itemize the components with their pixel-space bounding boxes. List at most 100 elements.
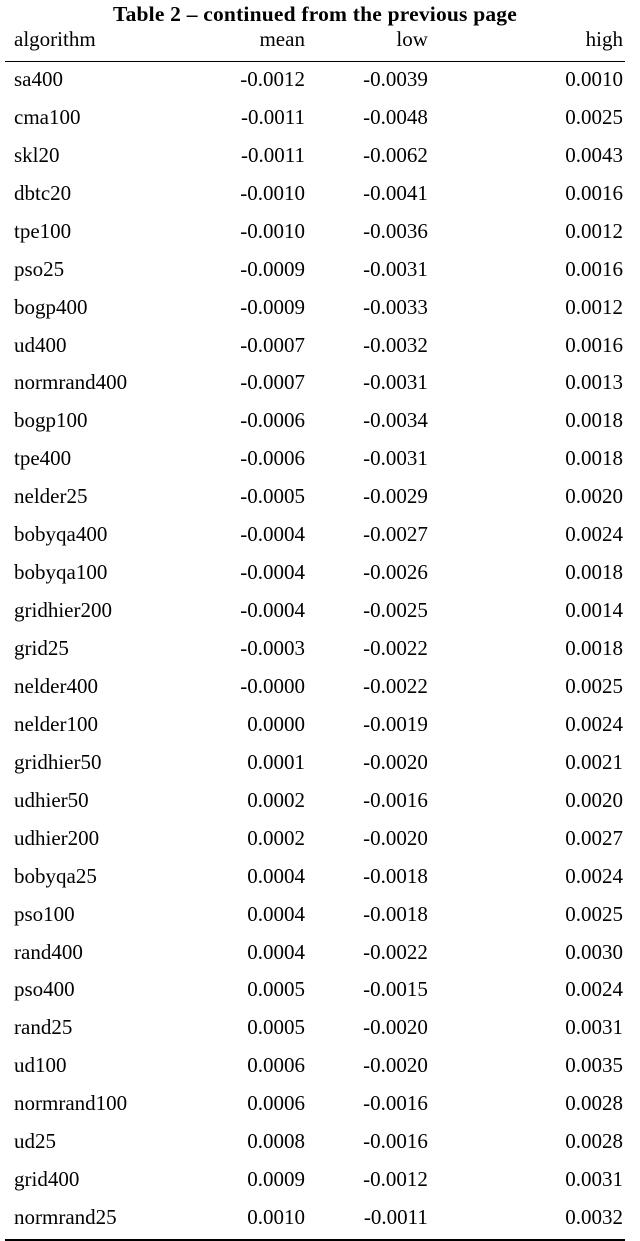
cell-high: 0.0025 [565, 901, 623, 926]
cell-low: -0.0016 [363, 787, 428, 812]
cell-high: 0.0020 [565, 787, 623, 812]
table-caption: Table 2 – continued from the previous pa… [113, 2, 517, 26]
cell-low: -0.0015 [363, 977, 428, 1002]
cell-high: 0.0024 [565, 863, 623, 888]
cell-low: -0.0022 [363, 636, 428, 660]
cell-algorithm: normrand25 [5, 1201, 211, 1241]
cell-mean: -0.0012 [240, 66, 305, 91]
table-row: tpe400 -0.0006 -0.0031 0.0018 [5, 442, 625, 480]
table-row: tpe100 -0.0010 -0.0036 0.0012 [5, 215, 625, 253]
cell-high: 0.0020 [565, 484, 623, 509]
cell-high: 0.0014 [565, 598, 623, 623]
cell-high: 0.0027 [565, 825, 623, 850]
cell-algorithm: bobyqa100 [14, 560, 108, 585]
table-row: rand400 0.0004 -0.0022 0.0030 [5, 936, 625, 974]
cell-low: -0.0022 [363, 939, 428, 964]
table-row: bogp400 -0.0009 -0.0033 0.0012 [5, 291, 625, 329]
table-row: normrand400 -0.0007 -0.0031 0.0013 [5, 366, 625, 404]
cell-high: 0.0018 [565, 636, 623, 660]
cell-high: 0.0031 [565, 1015, 623, 1040]
cell-high: 0.0025 [565, 104, 623, 129]
cell-high: 0.0016 [565, 256, 623, 281]
cell-low: -0.0031 [363, 256, 428, 281]
cell-mean: -0.0004 [240, 598, 305, 623]
cell-high: 0.0025 [565, 673, 623, 698]
cell-mean: -0.0005 [240, 484, 305, 509]
cell-low: -0.0016 [363, 1129, 428, 1154]
table-row: udhier200 0.0002 -0.0020 0.0027 [5, 822, 625, 860]
cell-mean: -0.0011 [240, 142, 305, 167]
cell-high: 0.0031 [565, 1167, 623, 1192]
table-row: ud25 0.0008 -0.0016 0.0028 [5, 1125, 625, 1163]
table-row: ud100 0.0006 -0.0020 0.0035 [5, 1049, 625, 1087]
cell-low: -0.0018 [363, 863, 428, 888]
table-row: bobyqa25 0.0004 -0.0018 0.0024 [5, 860, 625, 898]
table-row: ud400 -0.0007 -0.0032 0.0016 [5, 329, 625, 367]
column-header-high: high [427, 28, 625, 62]
cell-mean: 0.0009 [247, 1167, 305, 1192]
cell-mean: 0.0004 [247, 939, 305, 964]
cell-algorithm: rand400 [14, 939, 83, 964]
cell-mean: -0.0007 [240, 332, 305, 357]
table-row: nelder100 0.0000 -0.0019 0.0024 [5, 708, 625, 746]
cell-mean: 0.0004 [247, 901, 305, 926]
table-row: bobyqa100 -0.0004 -0.0026 0.0018 [5, 556, 625, 594]
cell-high: 0.0016 [565, 332, 623, 357]
cell-high: 0.0016 [565, 180, 623, 205]
cell-high: 0.0018 [565, 446, 623, 471]
table-header: algorithm mean low high [5, 28, 625, 62]
cell-low: -0.0031 [363, 370, 428, 395]
cell-high: 0.0012 [565, 218, 623, 243]
cell-algorithm: ud25 [14, 1129, 56, 1154]
table-row: rand25 0.0005 -0.0020 0.0031 [5, 1011, 625, 1049]
table-row: pso400 0.0005 -0.0015 0.0024 [5, 973, 625, 1011]
cell-high: 0.0012 [565, 294, 623, 319]
column-header-low: low [304, 28, 428, 62]
cell-algorithm: grid25 [14, 636, 69, 660]
cell-mean: -0.0010 [240, 218, 305, 243]
column-header-mean: mean [211, 28, 305, 62]
cell-low: -0.0033 [363, 294, 428, 319]
cell-algorithm: pso25 [14, 256, 65, 281]
cell-low: -0.0039 [363, 66, 428, 91]
cell-high: 0.0024 [565, 522, 623, 547]
cell-mean: -0.0010 [240, 180, 305, 205]
table-row: pso25 -0.0009 -0.0031 0.0016 [5, 253, 625, 291]
cell-low: -0.0020 [363, 749, 428, 774]
cell-mean: -0.0006 [240, 408, 305, 433]
cell-mean: -0.0000 [240, 673, 305, 698]
table-row: normrand25 0.0010 -0.0011 0.0032 [5, 1201, 625, 1241]
cell-algorithm: gridhier50 [14, 749, 102, 774]
cell-mean: 0.0000 [247, 711, 305, 736]
cell-mean: 0.0002 [247, 825, 305, 850]
cell-algorithm: bogp400 [14, 294, 88, 319]
cell-high: 0.0018 [565, 560, 623, 585]
cell-low: -0.0034 [363, 408, 428, 433]
cell-low: -0.0020 [363, 825, 428, 850]
cell-low: -0.0048 [363, 104, 428, 129]
cell-high: 0.0035 [565, 1053, 623, 1078]
cell-high: 0.0030 [565, 939, 623, 964]
cell-mean: 0.0002 [247, 787, 305, 812]
cell-mean: -0.0004 [240, 522, 305, 547]
table-row: cma100 -0.0011 -0.0048 0.0025 [5, 101, 625, 139]
cell-algorithm: bobyqa25 [14, 863, 97, 888]
cell-high: 0.0043 [565, 142, 623, 167]
results-table: algorithm mean low high sa400 -0.0012 -0.0… [5, 28, 625, 1241]
cell-algorithm: ud400 [14, 332, 67, 357]
cell-mean: -0.0003 [240, 636, 305, 660]
cell-high: 0.0018 [565, 408, 623, 433]
cell-low: -0.0020 [363, 1015, 428, 1040]
cell-mean: -0.0011 [240, 104, 305, 129]
cell-high: 0.0010 [565, 66, 623, 91]
table-header-row: algorithm mean low high [5, 28, 625, 62]
table-row: dbtc20 -0.0010 -0.0041 0.0016 [5, 177, 625, 215]
cell-algorithm: normrand400 [14, 370, 128, 395]
cell-high: 0.0013 [565, 370, 623, 395]
cell-algorithm: cma100 [14, 104, 81, 129]
cell-low: -0.0032 [363, 332, 428, 357]
cell-low: -0.0026 [363, 560, 428, 585]
cell-high: 0.0024 [565, 711, 623, 736]
cell-algorithm: gridhier200 [14, 598, 112, 623]
cell-high: 0.0032 [427, 1201, 625, 1241]
